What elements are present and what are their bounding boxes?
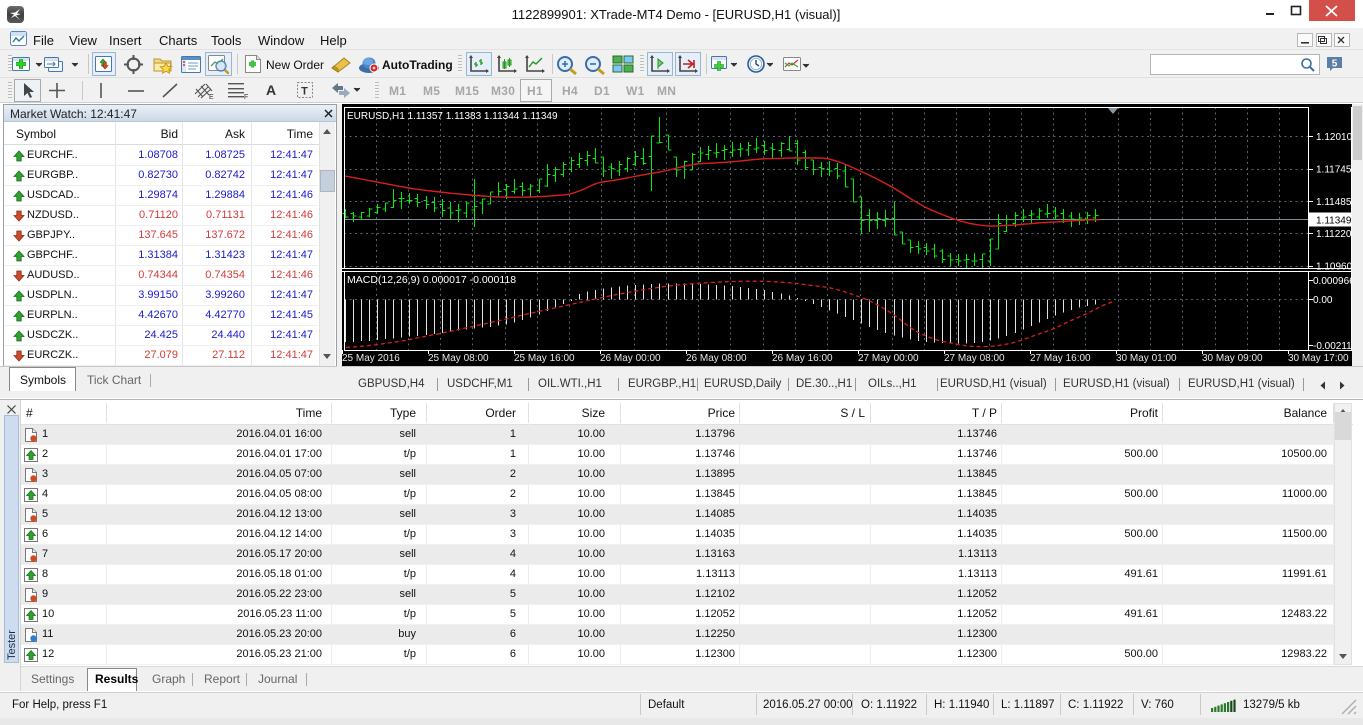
svg-text:26 May 08:00: 26 May 08:00 — [686, 353, 747, 364]
svg-text:T: T — [301, 86, 308, 98]
svg-text:1.12010: 1.12010 — [1316, 132, 1353, 143]
svg-text:0.000966: 0.000966 — [1313, 276, 1355, 287]
svg-text:25 May 16:00: 25 May 16:00 — [514, 353, 575, 364]
svg-text:1.10960: 1.10960 — [1316, 262, 1353, 273]
svg-text:1.11349: 1.11349 — [1316, 216, 1352, 227]
svg-text:1.11485: 1.11485 — [1316, 197, 1352, 208]
svg-text:30 May 17:00: 30 May 17:00 — [1288, 353, 1349, 364]
svg-text:25 May 2016: 25 May 2016 — [342, 353, 400, 364]
svg-text:27 May 00:00: 27 May 00:00 — [858, 353, 919, 364]
svg-text:0.00: 0.00 — [1313, 295, 1333, 306]
svg-text:27 May 08:00: 27 May 08:00 — [944, 353, 1005, 364]
svg-text:F: F — [244, 94, 248, 100]
svg-text:EURUSD,H1 1.11357 1.11383 1.1: EURUSD,H1 1.11357 1.11383 1.11344 1.1134… — [347, 111, 558, 122]
svg-text:1.11745: 1.11745 — [1316, 165, 1352, 176]
svg-text:26 May 16:00: 26 May 16:00 — [772, 353, 833, 364]
svg-text:30 May 01:00: 30 May 01:00 — [1116, 353, 1177, 364]
svg-text:27 May 16:00: 27 May 16:00 — [1030, 353, 1091, 364]
svg-text:E: E — [209, 94, 214, 100]
svg-text:30 May 09:00: 30 May 09:00 — [1202, 353, 1263, 364]
svg-text:25 May 08:00: 25 May 08:00 — [428, 353, 489, 364]
svg-text:1.11220: 1.11220 — [1316, 229, 1352, 240]
svg-text:26 May 00:00: 26 May 00:00 — [600, 353, 661, 364]
svg-text:5: 5 — [1332, 59, 1338, 70]
svg-text:MACD(12,26,9) 0.000017 -0.0001: MACD(12,26,9) 0.000017 -0.000118 — [347, 274, 516, 286]
